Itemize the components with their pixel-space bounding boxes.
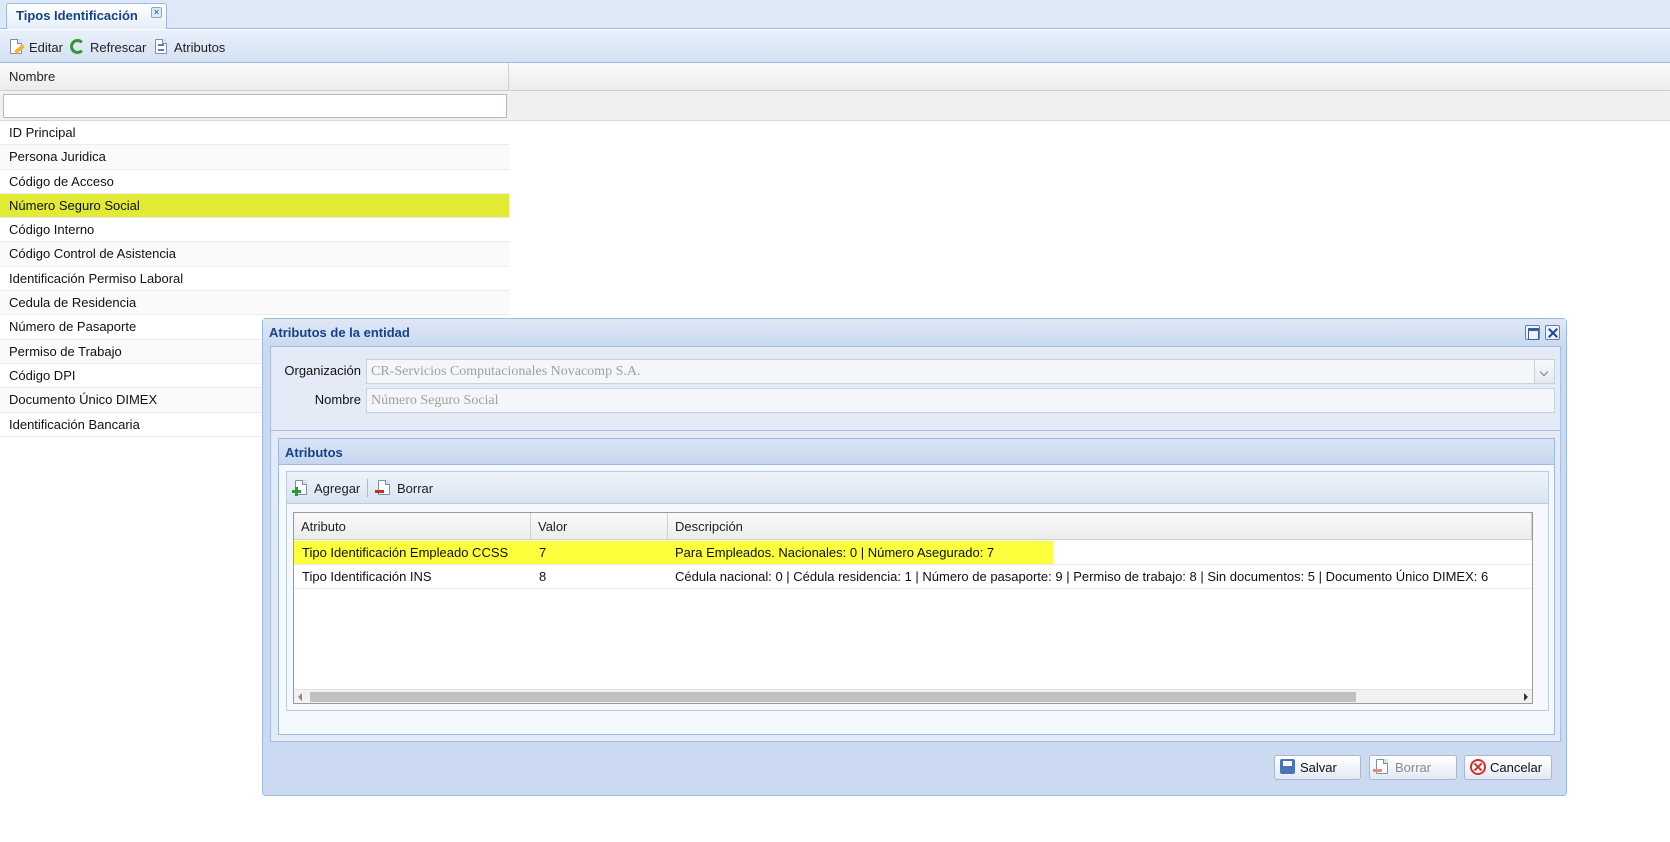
attribute-name: Tipo Identificación Empleado CCSS xyxy=(302,545,509,560)
list-item[interactable]: Código de Acceso xyxy=(0,169,509,194)
name-field[interactable]: Número Seguro Social xyxy=(366,388,1555,413)
attributes-grid-header: Atributo Valor Descripción xyxy=(294,513,1532,540)
scrollbar-thumb[interactable] xyxy=(310,692,1356,702)
name-filter-input[interactable] xyxy=(3,94,507,118)
column-header-valor[interactable]: Valor xyxy=(531,513,668,540)
column-header-descripcion[interactable]: Descripción xyxy=(668,513,1532,540)
attributes-panel: Atributos Agregar Borrar Atributo Valor xyxy=(278,438,1555,735)
add-attribute-button[interactable]: Agregar xyxy=(292,477,361,499)
save-button[interactable]: Salvar xyxy=(1274,755,1361,780)
organization-label: Organización xyxy=(284,363,361,378)
attribute-row[interactable]: Tipo Identificación INS 8 Cédula naciona… xyxy=(294,565,1532,589)
attribute-name: Tipo Identificación INS xyxy=(302,569,432,584)
entity-attributes-window: Atributos de la entidad Organización CR-… xyxy=(262,318,1567,796)
attribute-row[interactable]: Tipo Identificación Empleado CCSS 7 Para… xyxy=(294,541,1532,565)
scroll-left-icon[interactable] xyxy=(298,693,302,701)
edit-label: Editar xyxy=(29,39,63,55)
name-value: Número Seguro Social xyxy=(371,393,499,408)
list-header: Nombre xyxy=(0,63,1670,91)
window-header[interactable]: Atributos de la entidad xyxy=(263,319,1566,345)
attribute-description: Cédula nacional: 0 | Cédula residencia: … xyxy=(675,569,1489,584)
window-title: Atributos de la entidad xyxy=(269,325,410,340)
delete-button-label: Borrar xyxy=(1395,760,1432,775)
edit-button[interactable]: Editar xyxy=(8,36,63,58)
refresh-button[interactable]: Refrescar xyxy=(69,36,146,58)
horizontal-scrollbar[interactable] xyxy=(294,689,1532,703)
delete-attribute-button[interactable]: Borrar xyxy=(375,477,434,499)
tab-title: Tipos Identificación xyxy=(16,8,138,23)
attributes-grid: Atributo Valor Descripción Tipo Identifi… xyxy=(293,512,1533,704)
delete-label: Borrar xyxy=(397,480,434,496)
attribute-description: Para Empleados. Nacionales: 0 | Número A… xyxy=(675,545,995,560)
attributes-icon xyxy=(153,38,171,56)
attributes-grid-wrap: Atributo Valor Descripción Tipo Identifi… xyxy=(286,503,1549,711)
name-label: Nombre xyxy=(314,392,361,407)
column-header-nombre[interactable]: Nombre xyxy=(0,63,509,91)
delete-icon xyxy=(375,479,394,497)
close-icon[interactable] xyxy=(1545,325,1560,340)
add-icon xyxy=(292,479,311,497)
attributes-panel-wrap: Atributos Agregar Borrar Atributo Valor xyxy=(270,430,1561,742)
refresh-icon xyxy=(69,38,87,56)
organization-value: CR-Servicios Computacionales Novacomp S.… xyxy=(371,364,641,379)
cancel-button[interactable]: Cancelar xyxy=(1464,755,1552,780)
save-icon xyxy=(1279,758,1298,777)
delete-button[interactable]: Borrar xyxy=(1369,755,1457,780)
cancel-label: Cancelar xyxy=(1490,760,1543,775)
edit-icon xyxy=(8,38,26,56)
attributes-toolbar: Agregar Borrar xyxy=(286,471,1549,503)
chevron-down-icon[interactable] xyxy=(1534,360,1554,383)
column-header-atributo[interactable]: Atributo xyxy=(294,513,531,540)
list-item[interactable]: Número Seguro Social xyxy=(0,193,509,219)
list-item[interactable]: Identificación Permiso Laboral xyxy=(0,266,509,292)
main-toolbar: Editar Refrescar Atributos xyxy=(0,30,1670,63)
delete-icon xyxy=(1373,758,1393,777)
list-item[interactable]: Persona Juridica xyxy=(0,145,509,170)
list-item[interactable]: Código Interno xyxy=(0,218,509,243)
tab-close-icon[interactable]: × xyxy=(151,7,162,18)
list-item[interactable]: ID Principal xyxy=(0,121,509,146)
filter-row xyxy=(0,91,1670,121)
scroll-right-icon[interactable] xyxy=(1524,693,1528,701)
cancel-icon xyxy=(1469,758,1488,777)
tab-tipos-identificacion[interactable]: Tipos Identificación × xyxy=(6,3,167,29)
organization-combo[interactable]: CR-Servicios Computacionales Novacomp S.… xyxy=(366,359,1555,384)
tab-strip: Tipos Identificación × xyxy=(0,0,1670,29)
attributes-panel-header: Atributos xyxy=(279,439,1554,465)
attributes-label: Atributos xyxy=(174,39,226,55)
maximize-icon[interactable] xyxy=(1525,325,1540,340)
attributes-button[interactable]: Atributos xyxy=(153,36,225,58)
toolbar-separator xyxy=(367,479,368,497)
add-label: Agregar xyxy=(314,480,361,496)
list-item[interactable]: Código Control de Asistencia xyxy=(0,242,509,267)
refresh-label: Refrescar xyxy=(90,39,147,55)
attribute-value: 8 xyxy=(539,569,547,584)
attribute-value: 7 xyxy=(539,545,547,560)
list-item[interactable]: Cedula de Residencia xyxy=(0,291,509,316)
attributes-panel-title: Atributos xyxy=(285,445,343,460)
save-label: Salvar xyxy=(1300,760,1337,775)
